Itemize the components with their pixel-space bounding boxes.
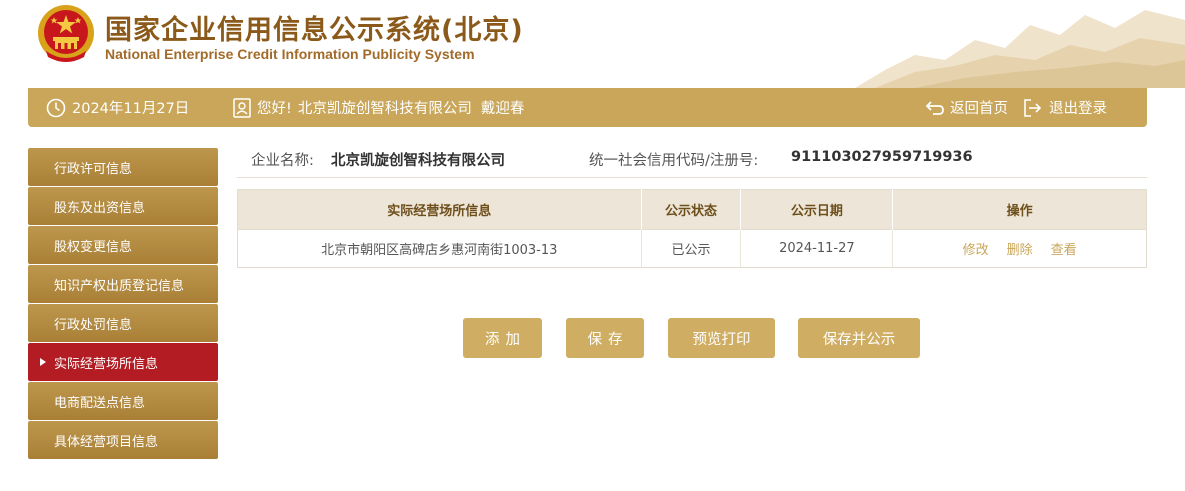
preview-print-button[interactable]: 预览打印 bbox=[668, 318, 775, 358]
credit-code-label: 统一社会信用代码/注册号: bbox=[589, 153, 759, 169]
logout-link[interactable]: 退出登录 bbox=[1023, 88, 1107, 127]
edit-link[interactable]: 修改 bbox=[963, 239, 989, 258]
business-premises-table: 实际经营场所信息 公示状态 公示日期 操作 北京市朝阳区高碑店乡惠河南街1003… bbox=[237, 189, 1147, 268]
user-greeting: 您好! 北京凯旋创智科技有限公司 戴迎春 bbox=[233, 88, 524, 127]
cell-address: 北京市朝阳区高碑店乡惠河南街1003-13 bbox=[237, 229, 642, 268]
sidebar-item-label: 具体经营项目信息 bbox=[54, 434, 159, 450]
column-header-address: 实际经营场所信息 bbox=[237, 189, 642, 230]
sidebar-item-label: 行政许可信息 bbox=[54, 161, 133, 177]
table-row: 北京市朝阳区高碑店乡惠河南街1003-13 已公示 2024-11-27 修改删… bbox=[237, 229, 1147, 268]
return-home-link[interactable]: 返回首页 bbox=[924, 88, 1008, 127]
sidebar-item-label: 股东及出资信息 bbox=[54, 200, 146, 216]
sidebar-item-label: 行政处罚信息 bbox=[54, 317, 133, 333]
current-date: 2024年11月27日 bbox=[46, 88, 189, 127]
info-bar: 2024年11月27日 您好! 北京凯旋创智科技有限公司 戴迎春 返回首页 退出… bbox=[28, 88, 1147, 127]
cell-date: 2024-11-27 bbox=[740, 229, 894, 268]
sidebar-item-administrative-license[interactable]: 行政许可信息 bbox=[28, 148, 218, 186]
column-header-status: 公示状态 bbox=[641, 189, 742, 230]
table-header-row: 实际经营场所信息 公示状态 公示日期 操作 bbox=[237, 189, 1147, 230]
cell-actions: 修改 删除 查看 bbox=[892, 229, 1147, 268]
logout-icon bbox=[1024, 98, 1042, 117]
system-title: 国家企业信用信息公示系统(北京) bbox=[105, 15, 524, 46]
company-name-value: 北京凯旋创智科技有限公司 bbox=[331, 153, 505, 169]
sidebar-item-administrative-penalty[interactable]: 行政处罚信息 bbox=[28, 304, 218, 342]
company-info-row: 企业名称: 北京凯旋创智科技有限公司 统一社会信用代码/注册号: 9111030… bbox=[237, 140, 1147, 178]
sidebar-item-label: 知识产权出质登记信息 bbox=[54, 278, 185, 294]
delete-link[interactable]: 删除 bbox=[1007, 239, 1033, 258]
greeting-text: 您好! bbox=[257, 101, 292, 117]
sidebar-item-shareholder-investment[interactable]: 股东及出资信息 bbox=[28, 187, 218, 225]
return-home-label: 返回首页 bbox=[950, 101, 1008, 117]
save-and-publish-button[interactable]: 保存并公示 bbox=[798, 318, 920, 358]
sidebar-item-label: 实际经营场所信息 bbox=[54, 356, 159, 372]
national-emblem-icon bbox=[38, 5, 94, 62]
sidebar-item-equity-change[interactable]: 股权变更信息 bbox=[28, 226, 218, 264]
clock-icon bbox=[46, 98, 66, 117]
cell-status: 已公示 bbox=[641, 229, 742, 268]
sidebar-item-label: 股权变更信息 bbox=[54, 239, 133, 255]
save-button[interactable]: 保存 bbox=[566, 318, 644, 358]
date-text: 2024年11月27日 bbox=[72, 101, 190, 117]
credit-code-value: 911103027959719936 bbox=[791, 149, 973, 165]
sidebar-item-business-items[interactable]: 具体经营项目信息 bbox=[28, 421, 218, 459]
user-badge-icon bbox=[233, 97, 251, 118]
sidebar-item-label: 电商配送点信息 bbox=[54, 395, 146, 411]
user-name: 戴迎春 bbox=[480, 101, 525, 117]
active-arrow-icon bbox=[40, 358, 46, 366]
view-link[interactable]: 查看 bbox=[1051, 239, 1077, 258]
column-header-date: 公示日期 bbox=[740, 189, 894, 230]
mountain-landscape-decoration bbox=[855, 10, 1185, 88]
system-title-english: National Enterprise Credit Information P… bbox=[105, 46, 475, 62]
column-header-actions: 操作 bbox=[892, 189, 1147, 230]
company-name-label: 企业名称: bbox=[251, 153, 314, 169]
user-company-name: 北京凯旋创智科技有限公司 bbox=[297, 101, 472, 117]
sidebar-item-ip-pledge[interactable]: 知识产权出质登记信息 bbox=[28, 265, 218, 303]
return-arrow-icon bbox=[925, 100, 944, 115]
sidebar-item-ecommerce-delivery[interactable]: 电商配送点信息 bbox=[28, 382, 218, 420]
logout-label: 退出登录 bbox=[1049, 101, 1107, 117]
page-header: 国家企业信用信息公示系统(北京) National Enterprise Cre… bbox=[0, 0, 1185, 88]
add-button[interactable]: 添加 bbox=[463, 318, 542, 358]
sidebar-item-business-premises[interactable]: 实际经营场所信息 bbox=[28, 343, 218, 381]
sidebar-nav: 行政许可信息 股东及出资信息 股权变更信息 知识产权出质登记信息 行政处罚信息 … bbox=[28, 148, 218, 460]
